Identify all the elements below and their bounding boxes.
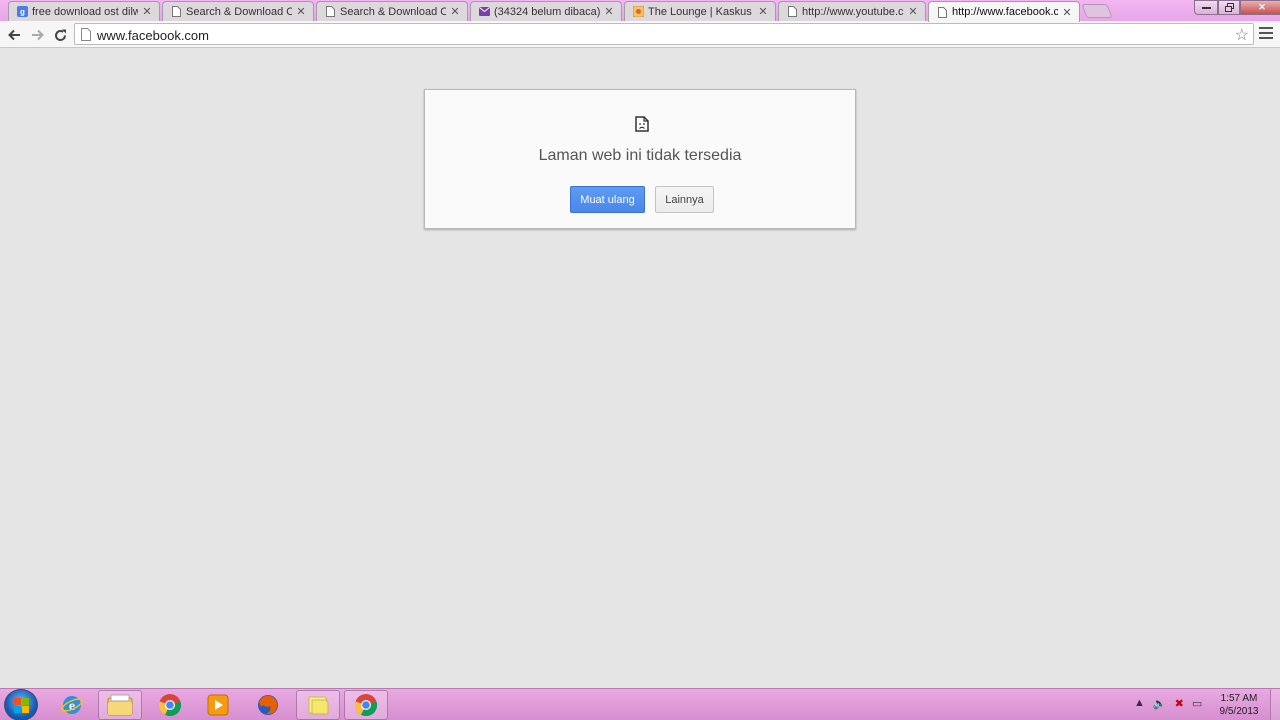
action-center-icon[interactable]: ▭: [1192, 697, 1202, 710]
forward-arrow-icon: [31, 29, 44, 41]
system-tray: ▲ 🔈 ✖ ▭: [1134, 697, 1202, 710]
tab-5[interactable]: The Lounge | Kaskus - The ✕: [624, 1, 776, 21]
close-icon[interactable]: ✕: [757, 5, 769, 18]
google-search-icon: g: [17, 6, 28, 18]
sad-page-icon: [635, 116, 649, 135]
error-heading: Laman web ini tidak tersedia: [538, 147, 742, 164]
start-button[interactable]: [4, 689, 38, 720]
restore-icon: [1224, 3, 1234, 12]
tab-title: free download ost dilwale: [32, 5, 138, 18]
volume-icon[interactable]: 🔈: [1153, 697, 1167, 710]
tab-title: http://www.facebook.com: [952, 6, 1058, 18]
mail-icon: [479, 6, 490, 18]
tab-title: Search & Download Ost D: [186, 5, 292, 18]
page-icon: [325, 6, 336, 18]
tab-title: The Lounge | Kaskus - The: [648, 5, 754, 18]
internet-explorer-icon: e: [61, 696, 83, 714]
page-icon: [81, 28, 91, 44]
new-tab-button[interactable]: [1081, 4, 1113, 18]
network-icon[interactable]: ✖: [1175, 697, 1184, 710]
close-icon[interactable]: ✕: [141, 5, 153, 18]
more-details-button[interactable]: Lainnya: [655, 186, 714, 213]
taskbar-file-explorer[interactable]: [98, 690, 142, 720]
taskbar-sticky-notes[interactable]: [296, 690, 340, 720]
close-icon[interactable]: ✕: [1061, 6, 1073, 19]
tab-title: Search & Download Ost D: [340, 5, 446, 18]
tab-title: (34324 belum dibaca) - ica: [494, 5, 600, 18]
page-icon: [787, 6, 798, 18]
forward-button[interactable]: [27, 25, 47, 45]
menu-icon: [1259, 27, 1273, 29]
show-hidden-icons-icon[interactable]: ▲: [1134, 697, 1145, 710]
close-icon[interactable]: ✕: [603, 5, 615, 18]
close-icon: ✕: [1258, 2, 1266, 12]
tab-3[interactable]: Search & Download Ost D ✕: [316, 1, 468, 21]
reload-button[interactable]: [50, 25, 70, 45]
tab-4[interactable]: (34324 belum dibaca) - ica ✕: [470, 1, 622, 21]
tab-title: http://www.youtube.com: [802, 5, 904, 18]
close-window-button[interactable]: ✕: [1240, 0, 1280, 15]
reload-icon: [54, 29, 66, 41]
chrome-icon: [158, 694, 182, 717]
kaskus-icon: [633, 6, 644, 18]
close-icon[interactable]: ✕: [295, 5, 307, 18]
clock[interactable]: 1:57 AM 9/5/2013: [1212, 692, 1266, 718]
address-bar[interactable]: ☆: [74, 23, 1254, 45]
taskbar: e ▲ 🔈 ✖ ▭ 1:57 AM 9/5/2013: [0, 688, 1280, 720]
restore-button[interactable]: [1218, 0, 1240, 15]
page-icon: [171, 6, 182, 18]
taskbar-chrome[interactable]: [148, 690, 192, 720]
clock-date: 9/5/2013: [1219, 706, 1259, 717]
file-explorer-icon: [107, 694, 133, 716]
windows-logo-icon: [14, 698, 30, 714]
toolbar: ☆: [0, 21, 1280, 48]
taskbar-media-player[interactable]: [196, 690, 240, 720]
taskbar-chrome-active[interactable]: [344, 690, 388, 720]
sticky-notes-icon: [308, 696, 329, 715]
tab-strip: g free download ost dilwale ✕ Search & D…: [0, 0, 1280, 22]
close-icon[interactable]: ✕: [449, 5, 461, 18]
bookmark-star-icon[interactable]: ☆: [1235, 25, 1249, 45]
tab-7-active[interactable]: http://www.facebook.com ✕: [928, 1, 1080, 22]
tab-2[interactable]: Search & Download Ost D ✕: [162, 1, 314, 21]
show-desktop-button[interactable]: [1270, 689, 1280, 720]
tab-6[interactable]: http://www.youtube.com ✕: [778, 1, 926, 21]
back-button[interactable]: [4, 25, 24, 45]
clock-time: 1:57 AM: [1220, 693, 1258, 704]
error-card: Laman web ini tidak tersedia Muat ulang …: [424, 89, 856, 229]
minimize-icon: [1201, 7, 1211, 9]
chrome-icon: [354, 694, 378, 717]
close-icon[interactable]: ✕: [907, 5, 919, 18]
minimize-button[interactable]: [1194, 0, 1218, 15]
reload-page-button[interactable]: Muat ulang: [570, 186, 645, 213]
taskbar-internet-explorer[interactable]: e: [50, 690, 94, 720]
chrome-menu-button[interactable]: [1259, 27, 1273, 41]
taskbar-firefox[interactable]: [246, 690, 290, 720]
page-icon: [937, 6, 948, 18]
media-player-icon: [207, 694, 229, 716]
tab-1[interactable]: g free download ost dilwale ✕: [8, 1, 160, 21]
url-input[interactable]: [97, 27, 1197, 43]
window-controls: ✕: [1194, 0, 1280, 15]
svg-text:g: g: [20, 8, 25, 17]
back-arrow-icon: [7, 29, 20, 41]
firefox-icon: [258, 695, 278, 715]
